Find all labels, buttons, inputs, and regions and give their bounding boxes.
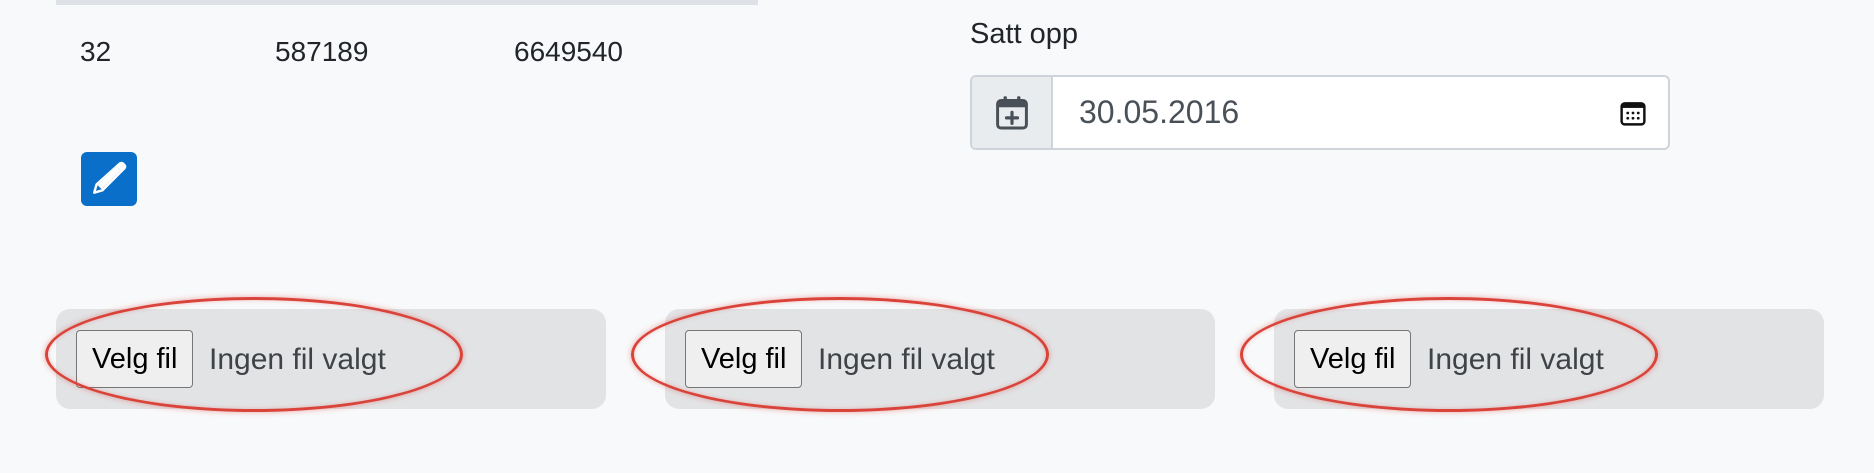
table-divider <box>56 0 758 5</box>
calendar-plus-icon <box>972 77 1053 148</box>
choose-file-button[interactable]: Velg fil <box>1294 330 1412 388</box>
choose-file-button[interactable]: Velg fil <box>685 330 803 388</box>
file-status-text: Ingen fil valgt <box>1427 343 1604 376</box>
table-cell-number: 32 <box>80 36 112 67</box>
file-status-text: Ingen fil valgt <box>209 343 386 376</box>
file-upload-1: Velg fil Ingen fil valgt <box>56 309 606 409</box>
date-input-group <box>970 75 1670 150</box>
edit-button[interactable] <box>81 152 137 206</box>
table-cell-y-coordinate: 6649540 <box>514 36 624 67</box>
date-field-label: Satt opp <box>970 18 1079 50</box>
date-input[interactable] <box>1053 77 1598 148</box>
file-status-text: Ingen fil valgt <box>818 343 995 376</box>
pencil-icon <box>92 161 127 194</box>
calendar-icon[interactable] <box>1598 77 1668 148</box>
choose-file-button[interactable]: Velg fil <box>76 330 194 388</box>
file-upload-2: Velg fil Ingen fil valgt <box>665 309 1215 409</box>
file-upload-3: Velg fil Ingen fil valgt <box>1274 309 1824 409</box>
table-cell-x-coordinate: 587189 <box>275 36 369 67</box>
